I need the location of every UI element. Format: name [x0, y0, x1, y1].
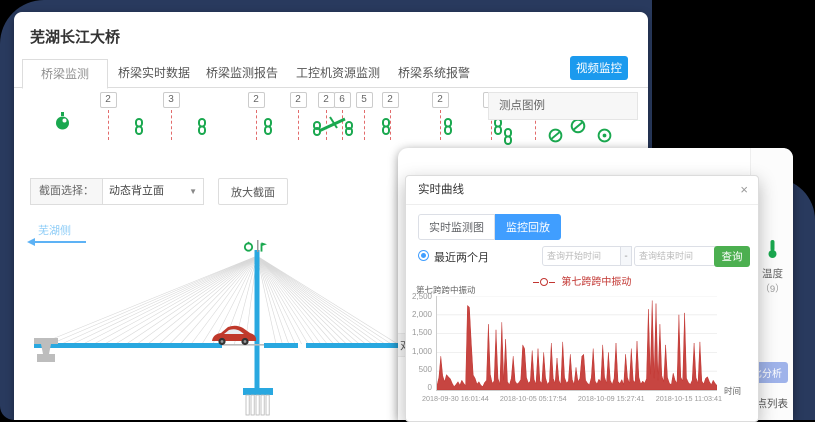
section-select-bar: 截面选择： 动态背立面 ▼ 放大截面 [30, 178, 288, 205]
sensor-dash-line [298, 110, 299, 140]
sensor-count-badge: 2 [432, 92, 449, 108]
close-icon[interactable]: × [740, 176, 748, 204]
cable-fan-right [257, 256, 398, 344]
sensor-dash-line [364, 110, 365, 140]
x-axis-title: 时间 [724, 385, 741, 397]
x-axis-ticks: 2018-09-30 16:01:44 2018-10-05 05:17:54 … [422, 394, 722, 403]
realtime-view-tab[interactable]: 实时监测图 [418, 214, 495, 240]
vibration-sensor-icon[interactable] [262, 118, 274, 140]
sensor-count-badge: 2 [100, 92, 117, 108]
section-select-label: 截面选择： [30, 178, 103, 205]
y-tick: 1,000 [412, 347, 432, 356]
modal-title: 实时曲线 [418, 184, 464, 196]
pendulum-sensor-icon[interactable] [55, 112, 70, 135]
expansion-joint-sensor-icon[interactable] [312, 114, 354, 141]
sensor-count-badge: 2 [382, 92, 399, 108]
car-illustration [212, 326, 256, 345]
enlarge-section-button[interactable]: 放大截面 [218, 178, 288, 205]
sensor-dash-line [171, 110, 172, 140]
sensor-count-badge: 6 [334, 92, 351, 108]
sensor-point[interactable]: 2 [290, 92, 306, 140]
query-end-time-input[interactable] [634, 246, 718, 266]
x-tick: 2018-10-05 05:17:54 [500, 394, 567, 403]
curve-mode-switch: 实时监测图 监控回放 [418, 214, 561, 240]
vibration-sensor-icon[interactable] [442, 118, 454, 140]
query-filter-row: 最近两个月 - 查询 [418, 246, 748, 268]
section-select-value: 动态背立面 [109, 179, 164, 204]
x-tick: 2018-10-15 11:03:41 [656, 394, 722, 403]
vibration-sensor-icon[interactable] [380, 118, 392, 140]
vibration-sensor-icon[interactable] [196, 118, 208, 140]
tabs-divider [14, 87, 648, 88]
tab-monitor-report[interactable]: 桥梁监测报告 [206, 59, 278, 87]
range-separator: - [620, 246, 632, 266]
last-two-months-radio[interactable] [418, 250, 429, 261]
sensor-dash-line [440, 110, 441, 140]
x-tick: 2018-09-30 16:01:44 [422, 394, 489, 403]
video-monitor-button[interactable]: 视频监控 [570, 56, 628, 80]
sensor-count-badge: 2 [318, 92, 335, 108]
query-button[interactable]: 查询 [714, 246, 750, 267]
bridge-deck [34, 343, 222, 348]
y-axis-ticks: 2,500 2,000 1,500 1,000 500 0 [406, 292, 432, 392]
query-start-time-input[interactable] [542, 246, 626, 266]
point-legend-title: 测点图例 [488, 92, 638, 120]
anemometer-sensor-icon[interactable] [256, 240, 267, 258]
tab-system-alarm[interactable]: 桥梁系统报警 [398, 59, 470, 87]
section-select-dropdown[interactable]: 动态背立面 ▼ [103, 178, 204, 205]
legend-series-label: 第七跨跨中振动 [561, 277, 631, 288]
sensor-dash-line [256, 110, 257, 140]
thermometer-icon[interactable] [767, 246, 778, 263]
y-tick: 500 [419, 365, 432, 374]
sensor-count-badge: 2 [290, 92, 307, 108]
x-tick: 2018-10-09 15:27:41 [578, 394, 645, 403]
vibration-sensor-icon[interactable] [133, 118, 145, 140]
y-tick: 2,500 [412, 292, 432, 301]
vibration-chart[interactable] [436, 296, 717, 391]
tab-ipc-resource[interactable]: 工控机资源监测 [296, 59, 380, 87]
bridge-tower [255, 250, 260, 388]
pile-group [246, 395, 269, 415]
sensor-count-badge: 5 [356, 92, 373, 108]
sensor-point[interactable]: 3 [163, 92, 179, 140]
gps-sensor-icon[interactable] [243, 240, 254, 258]
sensor-dash-line [108, 110, 109, 140]
vibration-plot [437, 296, 717, 390]
y-tick: 0 [428, 383, 432, 392]
last-two-months-label: 最近两个月 [434, 249, 489, 265]
y-tick: 1,500 [412, 328, 432, 337]
bridge-elevation-view [14, 210, 406, 420]
sensor-point[interactable]: 2 [100, 92, 116, 140]
realtime-curve-modal: 实时曲线 × 实时监测图 监控回放 最近两个月 - 查询 第七跨跨中振动 第七跨… [405, 175, 759, 422]
playback-tab[interactable]: 监控回放 [495, 214, 561, 240]
legend-marker-icon [533, 277, 555, 288]
page-title: 芜湖长江大桥 [30, 26, 120, 47]
sensor-count-badge: 2 [248, 92, 265, 108]
abutment-pier [34, 338, 58, 362]
chevron-down-icon: ▼ [189, 179, 197, 204]
pier-cap [243, 388, 273, 395]
tab-bridge-monitoring[interactable]: 桥梁监测 [22, 59, 108, 89]
tab-realtime-data[interactable]: 桥梁实时数据 [118, 59, 190, 87]
modal-header: 实时曲线 × [406, 176, 758, 205]
sensor-point[interactable]: 5 [356, 92, 372, 140]
sensor-count-badge: 3 [163, 92, 180, 108]
y-tick: 2,000 [412, 310, 432, 319]
